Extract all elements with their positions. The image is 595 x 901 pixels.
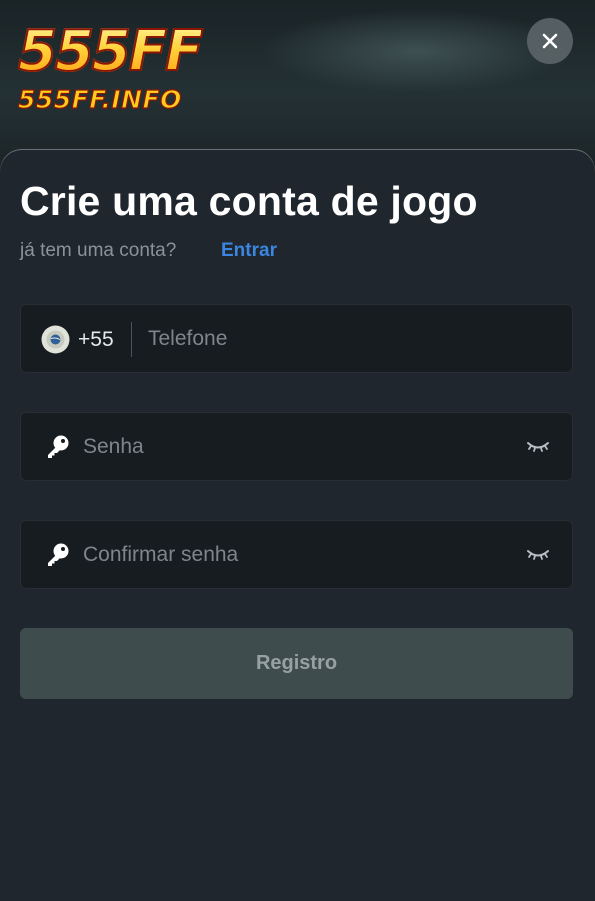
login-link[interactable]: Entrar — [221, 240, 277, 262]
key-icon — [48, 435, 69, 458]
key-icon — [48, 543, 69, 566]
phone-field: +55 — [20, 304, 573, 373]
password-field — [20, 412, 573, 481]
brand-logo: 555FF 555FF.INFO — [17, 19, 218, 120]
confirm-password-field — [20, 520, 573, 589]
close-icon — [542, 33, 558, 49]
phone-input[interactable] — [148, 325, 548, 353]
page-title: Crie uma conta de jogo — [20, 178, 478, 224]
country-code[interactable]: +55 — [78, 328, 114, 352]
brazil-flag-icon[interactable] — [41, 325, 70, 354]
eye-closed-icon[interactable] — [525, 544, 551, 564]
login-prompt: já tem uma conta? — [20, 240, 177, 261]
register-button[interactable]: Registro — [20, 628, 573, 699]
field-divider — [131, 322, 132, 357]
logo-text: 555FF — [17, 19, 204, 85]
close-button[interactable] — [527, 18, 573, 64]
header-banner: 555FF 555FF.INFO — [0, 0, 595, 170]
register-button-label: Registro — [255, 652, 338, 674]
password-input[interactable] — [83, 433, 503, 461]
logo-site: 555FF.INFO — [17, 85, 182, 114]
register-sheet: Crie uma conta de jogo já tem uma conta?… — [0, 150, 595, 901]
eye-closed-icon[interactable] — [525, 436, 551, 456]
confirm-password-input[interactable] — [83, 541, 503, 569]
